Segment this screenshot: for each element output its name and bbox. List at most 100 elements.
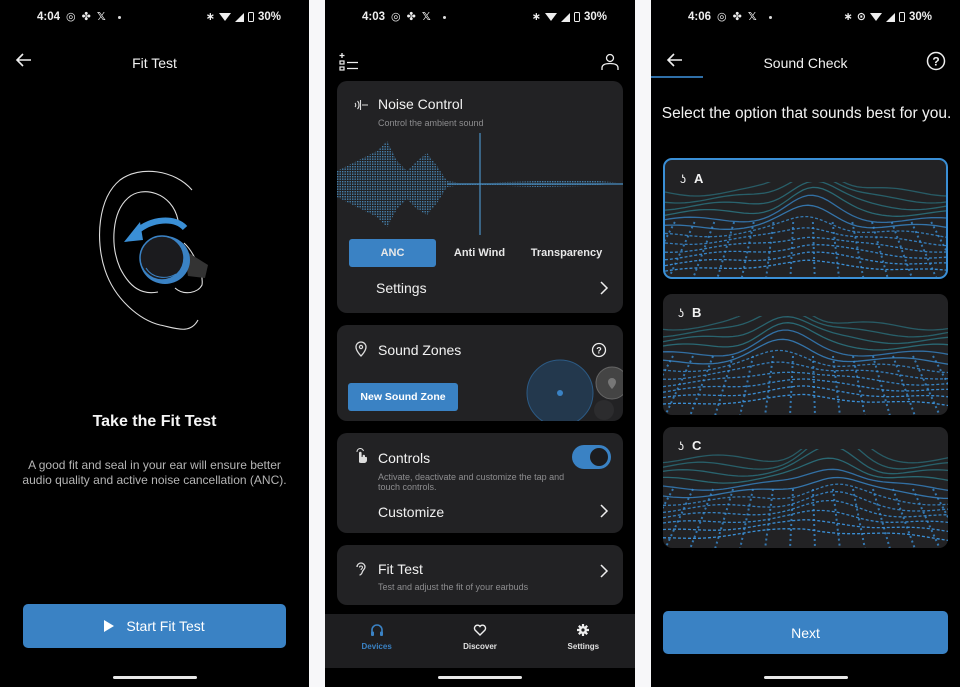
pinwheel-icon: ✤	[81, 10, 91, 23]
sound-option-a[interactable]: ʖ A	[663, 158, 948, 279]
home-indicator[interactable]	[112, 676, 197, 679]
add-device-list-icon[interactable]	[338, 52, 360, 72]
nav-devices-label: Devices	[361, 642, 392, 651]
mode-transparency[interactable]: Transparency	[523, 239, 610, 267]
sound-option-c[interactable]: ʖ C	[663, 427, 948, 548]
sound-check-prompt: Select the option that sounds best for y…	[661, 105, 952, 122]
nav-devices[interactable]: Devices	[325, 614, 428, 668]
home-indicator[interactable]	[438, 676, 522, 679]
new-sound-zone-button[interactable]: New Sound Zone	[348, 383, 458, 411]
waveform-line	[663, 349, 948, 374]
controls-subtitle: Activate, deactivate and customize the t…	[378, 472, 565, 492]
ear-icon	[356, 562, 366, 576]
notification-dot	[117, 15, 121, 19]
waveform-depth-line	[831, 221, 840, 277]
status-bar: 4:06 ◎ ✤ 𝕏 ∗ ⊙ 30%	[651, 0, 960, 34]
toggle-knob	[590, 448, 608, 466]
waveform-depth-line	[740, 221, 755, 277]
instagram-icon: ◎	[391, 10, 401, 23]
waveform-line	[665, 182, 946, 204]
start-fit-test-label: Start Fit Test	[126, 618, 205, 634]
mode-anc[interactable]: ANC	[349, 239, 436, 267]
battery-icon	[573, 12, 580, 22]
battery-percent: 30%	[908, 11, 932, 23]
fit-test-title: Fit Test	[378, 561, 423, 577]
waveform-line	[663, 393, 948, 407]
signal-icon	[885, 12, 895, 22]
chevron-right-icon[interactable]	[599, 564, 609, 578]
clock: 4:06	[688, 11, 712, 23]
noise-control-subtitle: Control the ambient sound	[378, 118, 484, 128]
nav-discover[interactable]: Discover	[428, 614, 531, 668]
option-a-header: ʖ A	[680, 171, 703, 186]
nav-discover-label: Discover	[463, 642, 497, 651]
next-label: Next	[791, 624, 820, 641]
waveform-depth-line	[892, 355, 916, 415]
chevron-right-icon[interactable]	[599, 504, 609, 518]
noise-settings-link[interactable]: Settings	[376, 280, 427, 296]
signal-icon	[560, 12, 570, 22]
waveform-depth-line	[930, 221, 946, 253]
sound-check-screen: 4:06 ◎ ✤ 𝕏 ∗ ⊙ 30% Sound Check ? Select …	[651, 0, 960, 687]
instagram-icon: ◎	[66, 10, 76, 23]
controls-title: Controls	[378, 450, 431, 466]
waveform-depth-line	[812, 488, 816, 548]
chevron-right-icon[interactable]	[599, 281, 609, 295]
battery-icon	[247, 12, 254, 22]
page-title: Fit Test	[132, 55, 177, 71]
sound-zone-map	[526, 359, 623, 421]
notification-dot	[442, 15, 446, 19]
nav-settings[interactable]: Settings	[532, 614, 635, 668]
battery-icon	[898, 12, 905, 22]
waveform-depth-line	[811, 221, 816, 277]
ear-icon: ʖ	[678, 438, 684, 453]
home-indicator[interactable]	[763, 676, 848, 679]
sound-option-b[interactable]: ʖ B	[663, 294, 948, 415]
waveform-depth-line	[764, 355, 774, 415]
battery-percent: 30%	[583, 11, 607, 23]
status-bar: 4:03 ◎ ✤ 𝕏 ∗ 30%	[325, 0, 635, 34]
waveform-depth-line	[714, 355, 734, 415]
customize-link[interactable]: Customize	[378, 504, 444, 520]
controls-card: Controls Activate, deactivate and custom…	[337, 433, 623, 533]
ear-icon: ʖ	[678, 305, 684, 320]
bottom-navigation: Devices Discover Settings	[325, 614, 635, 668]
help-icon[interactable]: ?	[926, 51, 946, 71]
fit-test-subtitle: Test and adjust the fit of your earbuds	[378, 582, 529, 592]
waveform-line	[663, 476, 948, 500]
wifi-icon	[869, 13, 882, 21]
fit-test-card[interactable]: Fit Test Test and adjust the fit of your…	[337, 545, 623, 605]
fit-test-screen: 4:04 ◎ ✤ 𝕏 ∗ 30% Fit Test Take the Fit T…	[0, 0, 309, 687]
pinwheel-icon: ✤	[406, 10, 416, 23]
x-icon: 𝕏	[421, 10, 431, 23]
location-pin-icon	[355, 341, 367, 357]
option-c-label: C	[692, 438, 702, 453]
clock: 4:04	[37, 11, 61, 23]
option-b-header: ʖ B	[678, 305, 701, 320]
mode-anti-wind[interactable]: Anti Wind	[436, 239, 523, 267]
waveform-line	[665, 244, 946, 261]
sound-zones-card: Sound Zones ? New Sound Zone	[337, 325, 623, 421]
x-icon: 𝕏	[96, 10, 106, 23]
notification-dot	[768, 15, 772, 19]
start-fit-test-button[interactable]: Start Fit Test	[23, 604, 286, 648]
waveform-line	[663, 483, 948, 506]
controls-toggle[interactable]	[572, 445, 611, 469]
waveform-depth-line	[832, 488, 841, 548]
option-b-label: B	[692, 305, 702, 320]
noise-control-icon	[354, 100, 368, 110]
noise-control-card: Noise Control Control the ambient sound …	[337, 81, 623, 313]
option-a-label: A	[694, 171, 704, 186]
ear-icon: ʖ	[680, 171, 686, 186]
profile-icon[interactable]	[599, 52, 621, 72]
waveform-line	[665, 236, 946, 253]
waveform-depth-line	[689, 355, 714, 415]
headphones-icon	[370, 624, 383, 636]
svg-text:?: ?	[932, 54, 939, 68]
waveform-depth-line	[716, 221, 735, 277]
heart-icon	[473, 624, 487, 636]
fit-test-heading: Take the Fit Test	[92, 413, 217, 430]
ear-fit-illustration	[98, 170, 208, 330]
wifi-icon	[218, 13, 231, 21]
next-button[interactable]: Next	[663, 611, 948, 654]
